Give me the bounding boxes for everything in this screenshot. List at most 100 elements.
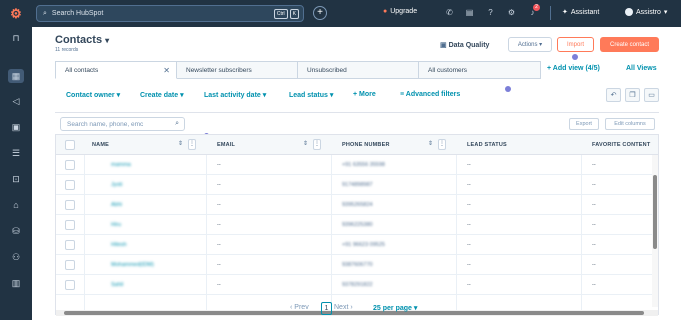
next-page-button[interactable]: Next › xyxy=(334,304,353,311)
horizontal-scrollbar[interactable] xyxy=(56,310,658,316)
page-title[interactable]: Contacts ▾ xyxy=(55,34,109,46)
vertical-scrollbar[interactable] xyxy=(652,155,658,307)
actions-button[interactable]: Actions ▾ xyxy=(508,37,552,52)
create-date-filter[interactable]: Create date ▾ xyxy=(140,91,184,99)
table-row[interactable]: Abhi -- 9395265824 -- -- xyxy=(56,195,658,215)
page-number-1[interactable]: 1 xyxy=(321,302,332,315)
notifications-icon[interactable]: ♪ 2 xyxy=(528,4,540,17)
sales-icon[interactable]: ☰ xyxy=(8,146,24,160)
column-header-email[interactable]: EMAIL xyxy=(217,142,235,148)
marketplace-icon[interactable]: ▤ xyxy=(465,8,474,17)
contact-name-link[interactable]: mamma xyxy=(111,162,131,168)
table-row[interactable]: mamma -- +91 63556 35598 -- -- xyxy=(56,155,658,175)
row-checkbox[interactable] xyxy=(65,260,75,270)
row-checkbox[interactable] xyxy=(65,200,75,210)
phone-cell: 9174898987 xyxy=(342,182,373,188)
help-icon[interactable]: ? xyxy=(486,8,495,17)
bookmark-icon[interactable]: ⊓ xyxy=(8,31,24,45)
marketing-icon[interactable]: ◁ xyxy=(8,94,24,108)
tab-label: Unsubscribed xyxy=(307,66,347,74)
table-row[interactable]: Jyoti -- 9174898987 -- -- xyxy=(56,175,658,195)
tab-newsletter-subscribers[interactable]: Newsletter subscribers xyxy=(177,61,298,79)
tab-unsubscribed[interactable]: Unsubscribed xyxy=(298,61,419,79)
upgrade-button[interactable]: ● Upgrade xyxy=(383,8,417,15)
add-view-button[interactable]: + Add view (4/5) xyxy=(547,65,600,72)
favorite-content-cell: -- xyxy=(592,222,596,228)
prev-label: Prev xyxy=(294,304,309,311)
calling-icon[interactable]: ✆ xyxy=(445,8,454,17)
contact-name-link[interactable]: Jyoti xyxy=(111,182,122,188)
contact-name-link[interactable]: Hitesh xyxy=(111,242,127,248)
row-checkbox[interactable] xyxy=(65,160,75,170)
lead-status-filter[interactable]: Lead status ▾ xyxy=(289,91,333,99)
table-search-input[interactable]: Search name, phone, emc ⌕ xyxy=(60,117,185,131)
account-name: Assistro xyxy=(636,8,661,16)
search-icon: ⌕ xyxy=(43,9,47,17)
commerce-icon[interactable]: ⊡ xyxy=(8,172,24,186)
data-quality-link[interactable]: ▣ Data Quality xyxy=(440,41,489,49)
assistant-button[interactable]: ✦ Assistant xyxy=(562,8,599,17)
all-views-link[interactable]: All Views xyxy=(626,65,657,72)
avatar xyxy=(625,8,633,16)
table-row[interactable]: Mohammed(IDM) -- 9387606770 -- -- xyxy=(56,255,658,275)
sort-icon[interactable]: ⇕ xyxy=(303,140,308,147)
advanced-filters-button[interactable]: ≡ Advanced filters xyxy=(400,91,460,98)
undo-icon[interactable]: ↶ xyxy=(606,88,621,102)
reporting-icon[interactable]: ▥ xyxy=(8,276,24,290)
record-count: 11 records xyxy=(55,47,79,53)
sort-icon[interactable]: ⇕ xyxy=(428,140,433,147)
table-row[interactable]: Sahil -- 9378291822 -- -- xyxy=(56,275,658,295)
contact-name-link[interactable]: Mohammed(IDM) xyxy=(111,262,154,268)
row-checkbox[interactable] xyxy=(65,280,75,290)
tab-all-contacts[interactable]: All contacts ✕ xyxy=(55,61,177,79)
quick-create-button[interactable]: + xyxy=(313,6,327,20)
account-menu[interactable]: Assistro ▾ xyxy=(625,8,667,16)
save-icon[interactable]: ▭ xyxy=(644,88,659,102)
settings-icon[interactable]: ⚙ xyxy=(507,8,516,17)
export-button[interactable]: Export xyxy=(569,118,599,130)
column-header-phone[interactable]: PHONE NUMBER xyxy=(342,142,390,148)
sort-icon[interactable]: ⇕ xyxy=(178,140,183,147)
global-search-input[interactable]: ⌕ Search HubSpot Ctrl K xyxy=(36,5,304,22)
chevron-down-icon: ▾ xyxy=(180,92,184,99)
import-button[interactable]: Import xyxy=(557,37,594,52)
service-icon[interactable]: ⌂ xyxy=(8,198,24,212)
select-all-checkbox[interactable] xyxy=(65,140,75,150)
table-row[interactable]: Hiru -- 9396225380 -- -- xyxy=(56,215,658,235)
contact-owner-filter[interactable]: Contact owner ▾ xyxy=(66,91,120,99)
contact-name-link[interactable]: Abhi xyxy=(111,202,122,208)
more-filters-button[interactable]: + More xyxy=(353,91,376,98)
contact-name-link[interactable]: Hiru xyxy=(111,222,121,228)
close-icon[interactable]: ✕ xyxy=(163,66,170,75)
sparkle-icon: ✦ xyxy=(562,9,568,16)
column-menu-icon[interactable]: ⋮ xyxy=(313,139,321,150)
row-checkbox[interactable] xyxy=(65,240,75,250)
column-header-name[interactable]: NAME xyxy=(92,142,109,148)
next-label: Next xyxy=(334,304,349,311)
hubspot-logo-icon[interactable]: ⚙ xyxy=(0,0,32,27)
column-header-favorite-content[interactable]: FAVORITE CONTENT xyxy=(592,142,650,148)
column-menu-icon[interactable]: ⋮ xyxy=(438,139,446,150)
prev-page-button[interactable]: ‹ Prev xyxy=(290,304,309,311)
column-menu-icon[interactable]: ⋮ xyxy=(188,139,196,150)
last-activity-filter[interactable]: Last activity date ▾ xyxy=(204,91,266,99)
scrollbar-thumb[interactable] xyxy=(64,311,644,315)
create-contact-button[interactable]: Create contact xyxy=(600,37,659,52)
automation-icon[interactable]: ⚇ xyxy=(8,250,24,264)
per-page-select[interactable]: 25 per page ▾ xyxy=(373,304,417,312)
column-header-lead-status[interactable]: LEAD STATUS xyxy=(467,142,507,148)
chevron-left-icon: ‹ xyxy=(290,304,293,311)
copy-icon[interactable]: ❐ xyxy=(625,88,640,102)
row-checkbox[interactable] xyxy=(65,220,75,230)
edit-columns-button[interactable]: Edit columns xyxy=(605,118,655,130)
content-icon[interactable]: ▣ xyxy=(8,120,24,134)
data-management-icon[interactable]: ⛁ xyxy=(8,224,24,238)
search-icon: ⌕ xyxy=(175,120,179,127)
scrollbar-thumb[interactable] xyxy=(653,175,657,249)
table-row[interactable]: Hitesh -- +91 96623 09525 -- -- xyxy=(56,235,658,255)
crm-icon[interactable]: ▦ xyxy=(8,69,24,83)
contact-name-link[interactable]: Sahil xyxy=(111,282,123,288)
row-checkbox[interactable] xyxy=(65,180,75,190)
table-search-placeholder: Search name, phone, emc xyxy=(67,120,144,128)
tab-all-customers[interactable]: All customers xyxy=(419,61,541,79)
